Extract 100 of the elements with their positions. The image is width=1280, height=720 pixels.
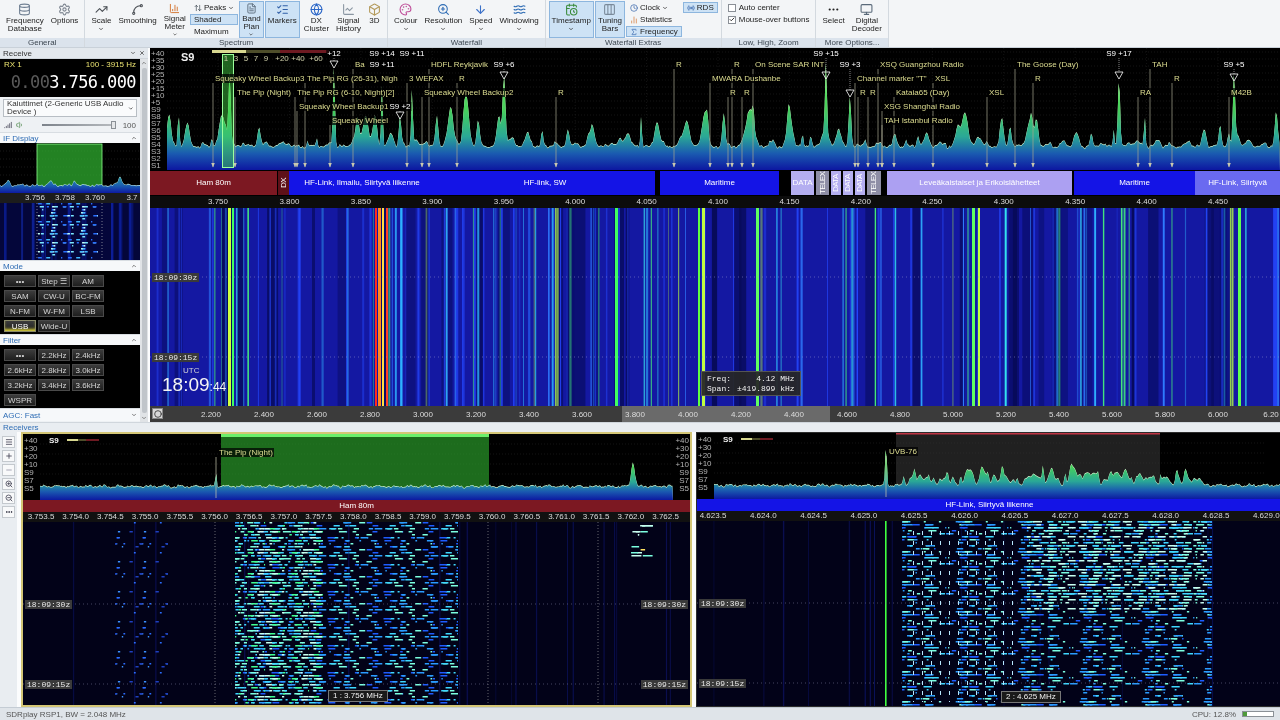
toolbar-button[interactable]: Options	[47, 1, 82, 38]
chevron-up-icon[interactable]	[141, 60, 147, 66]
volume-slider[interactable]	[42, 121, 116, 129]
mode-button[interactable]: CW-U	[38, 290, 70, 302]
overview-button[interactable]	[152, 408, 163, 419]
mode-button[interactable]: USB	[4, 320, 36, 332]
scale-label: +40	[24, 437, 38, 445]
group-label: Waterfall	[387, 38, 545, 47]
cpu-reading: CPU: 12.8%	[1191, 709, 1236, 719]
axis-tick: 3.000	[413, 410, 433, 419]
chevron-up-icon[interactable]	[131, 263, 137, 269]
toolbar-button[interactable]: Frequency Database	[3, 1, 47, 38]
scrollbar[interactable]	[140, 59, 148, 422]
checkbox[interactable]	[727, 3, 736, 12]
marker-label: R	[733, 60, 741, 69]
filter-button[interactable]: •••	[4, 349, 36, 361]
caret-icon[interactable]	[131, 412, 137, 418]
filter-button[interactable]: 2.8kHz	[38, 364, 70, 376]
toolbar-button[interactable]: Band Plan	[239, 1, 264, 38]
chevron-up-icon[interactable]	[131, 135, 137, 141]
axis-tick: 4.624.0	[749, 511, 777, 520]
timestamp-label: 18:09:15z	[640, 680, 688, 689]
axis-tick: 3.758.0	[339, 512, 367, 521]
filter-button[interactable]: 3.6kHz	[72, 379, 104, 391]
toolbar-button[interactable]: Frequency	[626, 26, 682, 37]
toolbar-button[interactable]: Resolution	[421, 1, 466, 38]
tool-button[interactable]	[2, 478, 15, 490]
toolbar-button[interactable]: Tuning Bars	[594, 1, 626, 38]
toolbar-button[interactable]: Signal History	[333, 1, 364, 38]
tool-button[interactable]	[2, 492, 15, 504]
toolbar-button[interactable]: Timestamp	[548, 1, 594, 38]
toolbar-button[interactable]: Select	[819, 1, 848, 38]
toolbar-button[interactable]: Signal Meter	[160, 1, 189, 38]
axis-tick: 4.628.5	[1202, 511, 1230, 520]
marker-label: UVB-76	[888, 447, 918, 456]
toolbar-button[interactable]: Statistics	[626, 14, 682, 25]
filter-button[interactable]: 2.2kHz	[38, 349, 70, 361]
mode-button[interactable]: W-FM	[38, 305, 70, 317]
toolbar-button[interactable]: Windowing	[496, 1, 542, 38]
scale-label: +40	[698, 436, 712, 444]
chevron-up-icon[interactable]	[131, 337, 137, 343]
marker-label: Squeaky Wheel	[331, 116, 390, 125]
mode-button[interactable]: BC-FM	[72, 290, 104, 302]
close-icon[interactable]	[139, 50, 145, 56]
filter-button[interactable]: 2.4kHz	[72, 349, 104, 361]
tool-button[interactable]	[2, 506, 15, 518]
mode-button[interactable]: LSB	[72, 305, 104, 317]
axis-tick: 4.623.5	[699, 511, 727, 520]
marker-label: Kataia65 (Day)	[895, 88, 951, 97]
mode-button[interactable]: AM	[72, 275, 104, 287]
tuning-label: 2 : 4.625 MHz	[1001, 691, 1061, 703]
filter-button[interactable]: 3.2kHz	[4, 379, 36, 391]
filter-button[interactable]: 2.6kHz	[4, 364, 36, 376]
tool-button[interactable]	[2, 436, 15, 448]
toolbar-button[interactable]: Scale	[88, 1, 115, 38]
toolbar-button[interactable]: Markers	[264, 1, 300, 38]
toolbar-button[interactable]: Peaks	[189, 2, 239, 13]
caret-icon[interactable]	[130, 50, 136, 56]
toolbar-button[interactable]: Shaded	[189, 14, 239, 25]
toolbar-button[interactable]: 3D	[364, 1, 384, 38]
toolbar-button[interactable]: Speed	[466, 1, 496, 38]
axis-tick: 4.050	[636, 197, 657, 206]
checkbox[interactable]	[727, 15, 736, 24]
band-segment: Maritime	[1074, 171, 1195, 195]
scrollbar-thumb[interactable]	[141, 68, 147, 413]
toolbar-button[interactable]: Clock	[626, 2, 682, 13]
scale-label: S5	[151, 134, 162, 141]
mode-button[interactable]: SAM	[4, 290, 36, 302]
agc-label[interactable]: AGC: Fast	[3, 410, 41, 420]
chevron-down-icon[interactable]	[141, 415, 147, 421]
axis-tick: 5.600	[1102, 410, 1122, 419]
marker-label: XSL	[988, 88, 1006, 97]
axis-tick: 3.759.0	[409, 512, 437, 521]
speaker-icon[interactable]	[16, 121, 24, 129]
receiver-panel[interactable]: +40 +30 +20 +10 S9 S7 S5 S9 UVB-76 HF-Link, Siirtyvä liikenne 4.623.5 4.624.0 4.624.5 4.625.0 4.625.5 4.626.0 4.626.5 4.627.0 4.627.5 4.628.0 4.628.5 4.629.0 18:09:30z 18:09:15z 2 : 4.625 MHz	[696, 432, 1280, 707]
mode-button[interactable]: Wide-U	[38, 320, 70, 332]
mode-button[interactable]: •••	[4, 275, 36, 287]
toolbar-button[interactable]: Smoothing	[115, 1, 160, 38]
toolbar-button[interactable]: Colour	[390, 1, 421, 38]
slider-thumb[interactable]	[110, 121, 116, 129]
band-segment: HF-link, SW	[435, 171, 655, 195]
receiver-panel[interactable]	[21, 432, 692, 707]
marker-line	[1227, 96, 1231, 168]
toolbar-button[interactable]: DX Cluster	[300, 1, 333, 38]
signal-reading: S9	[49, 437, 59, 445]
band-segment: HF-Link, Siirtyvä liikenne	[697, 499, 1280, 511]
filter-button[interactable]: 3.0kHz	[72, 364, 104, 376]
mode-button[interactable]: N-FM	[4, 305, 36, 317]
axis-tick: 4.629.0	[1252, 511, 1280, 520]
tool-button[interactable]	[2, 450, 15, 462]
audio-device-select[interactable]: Kaiuttimet (2-Generic USB Audio Device )	[3, 99, 137, 117]
filter-button[interactable]: 3.4kHz	[38, 379, 70, 391]
filter-button[interactable]: WSPR	[4, 394, 36, 406]
mode-button[interactable]: Step ☰	[38, 275, 70, 287]
peak-label: S9 +6	[492, 60, 516, 69]
meter-scale-label: 9	[263, 54, 269, 63]
toolbar-button[interactable]: Maximum	[189, 26, 239, 37]
axis-tick: 2.200	[201, 410, 221, 419]
toolbar-button[interactable]: RDS	[682, 2, 718, 13]
toolbar-button[interactable]: Digital Decoder	[848, 1, 885, 38]
